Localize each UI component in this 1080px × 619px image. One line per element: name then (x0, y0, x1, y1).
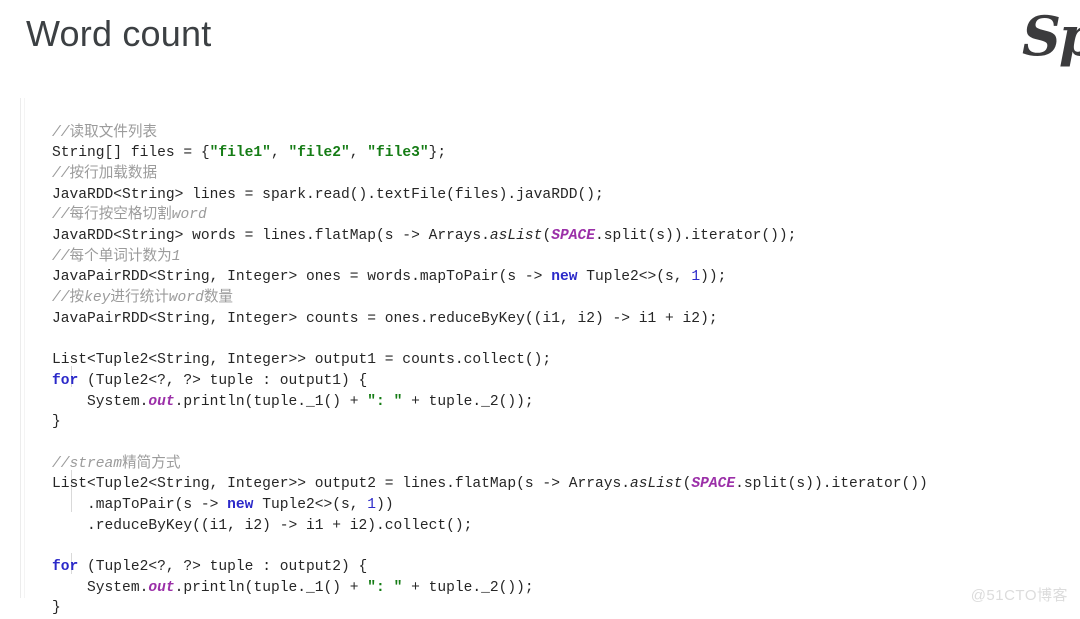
code-gutter-rule-outer (20, 98, 21, 598)
watermark: @51CTO博客 (970, 587, 1068, 604)
code-gutter-rule-inner (24, 98, 25, 598)
slide-canvas: { "slide": { "title": "Word count", "bra… (0, 0, 1080, 616)
spark-logo: Sp (1022, 4, 1080, 68)
page-title: Word count (26, 13, 212, 54)
source-code[interactable]: //读取文件列表 String[] files = {"file1", "file… (52, 123, 928, 619)
code-block: //读取文件列表 String[] files = {"file1", "file… (20, 98, 1060, 616)
